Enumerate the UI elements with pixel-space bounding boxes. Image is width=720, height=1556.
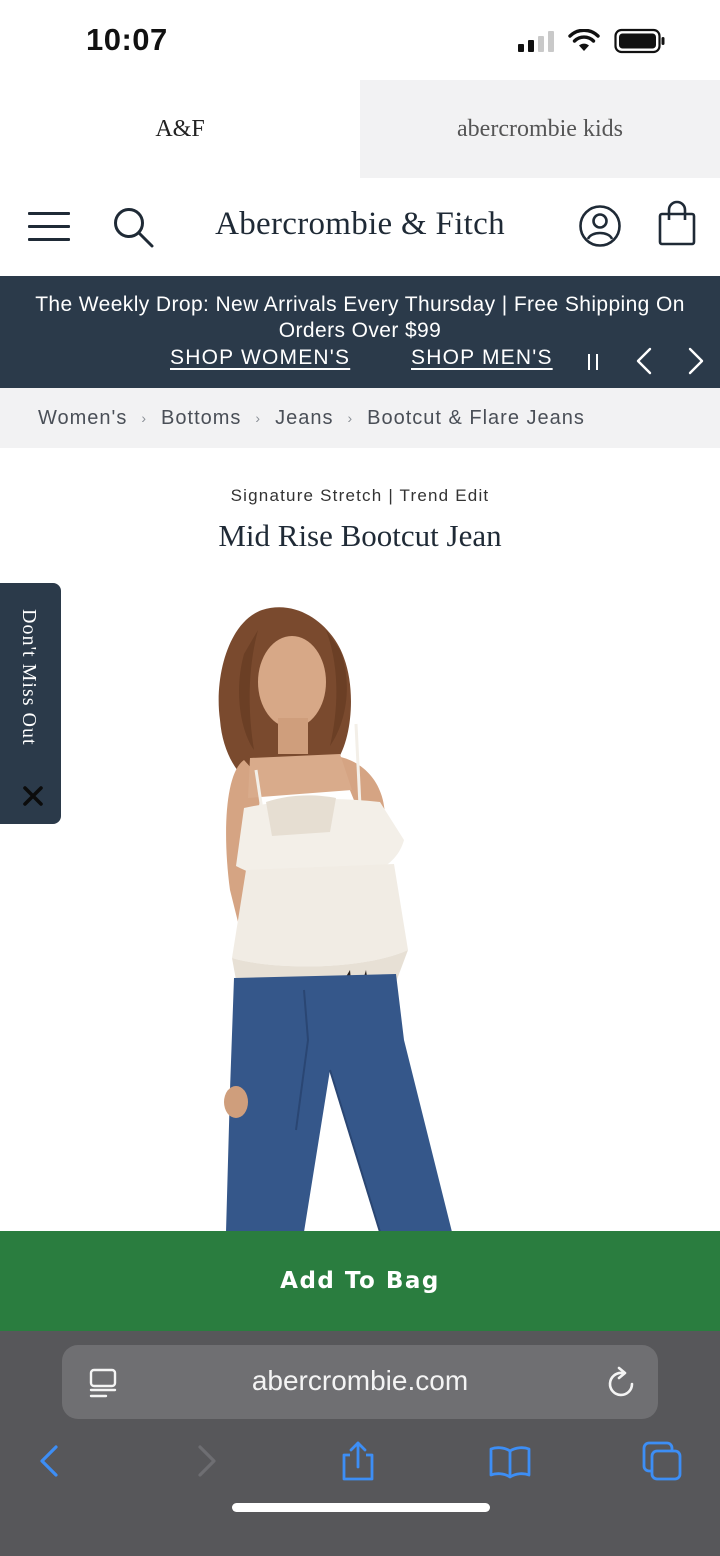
brand-tabs: A&F abercrombie kids xyxy=(0,80,720,178)
breadcrumb: Women's › Bottoms › Jeans › Bootcut & Fl… xyxy=(0,388,720,448)
browser-toolbar: abercrombie.com xyxy=(0,1331,720,1556)
wifi-icon xyxy=(568,29,600,51)
tabs-icon[interactable] xyxy=(640,1439,684,1483)
dont-miss-out-label: Don't Miss Out xyxy=(18,609,40,746)
chevron-right-icon[interactable] xyxy=(682,346,708,376)
promo-banner: The Weekly Drop: New Arrivals Every Thur… xyxy=(0,276,720,388)
chevron-right-icon: › xyxy=(347,410,354,426)
back-icon[interactable] xyxy=(28,1439,72,1483)
status-bar: 10:07 xyxy=(0,0,720,80)
breadcrumb-bootcut-flare[interactable]: Bootcut & Flare Jeans xyxy=(367,407,585,430)
breadcrumb-bottoms[interactable]: Bottoms xyxy=(161,407,241,430)
product-image[interactable] xyxy=(0,570,720,1232)
cellular-signal-icon xyxy=(518,30,554,52)
close-icon[interactable] xyxy=(20,783,46,809)
add-to-bag-button[interactable]: Add To Bag xyxy=(0,1231,720,1331)
home-indicator xyxy=(232,1503,490,1512)
status-time: 10:07 xyxy=(86,22,168,57)
breadcrumb-womens[interactable]: Women's xyxy=(38,407,127,430)
forward-icon[interactable] xyxy=(184,1439,228,1483)
breadcrumb-jeans[interactable]: Jeans xyxy=(275,407,333,430)
reload-icon[interactable] xyxy=(606,1365,638,1399)
menu-icon[interactable] xyxy=(28,210,72,242)
promo-text: The Weekly Drop: New Arrivals Every Thur… xyxy=(35,293,685,342)
product-subtitle: Signature Stretch | Trend Edit xyxy=(230,486,490,505)
product-photo xyxy=(218,607,452,1232)
site-header: Abercrombie & Fitch xyxy=(0,178,720,276)
url-text: abercrombie.com xyxy=(251,1365,469,1396)
product-title: Mid Rise Bootcut Jean xyxy=(218,518,502,553)
bookmarks-icon[interactable] xyxy=(488,1439,532,1483)
share-icon[interactable] xyxy=(336,1439,380,1483)
dont-miss-out-tab[interactable]: Don't Miss Out xyxy=(0,583,61,824)
shop-mens-link[interactable]: SHOP MEN'S xyxy=(411,346,553,370)
status-icons xyxy=(518,28,666,54)
chevron-left-icon[interactable] xyxy=(632,346,658,376)
chevron-right-icon: › xyxy=(255,410,262,426)
chevron-right-icon: › xyxy=(141,410,148,426)
pause-icon[interactable] xyxy=(584,350,604,372)
tab-af[interactable]: A&F xyxy=(0,80,360,178)
search-icon[interactable] xyxy=(110,204,156,250)
battery-icon xyxy=(614,28,665,54)
shop-womens-link[interactable]: SHOP WOMEN'S xyxy=(170,346,350,370)
account-icon[interactable] xyxy=(578,204,622,248)
address-bar[interactable]: abercrombie.com xyxy=(62,1345,658,1419)
shopping-bag-icon[interactable] xyxy=(656,200,698,248)
tab-abercrombie-kids[interactable]: abercrombie kids xyxy=(360,80,720,178)
